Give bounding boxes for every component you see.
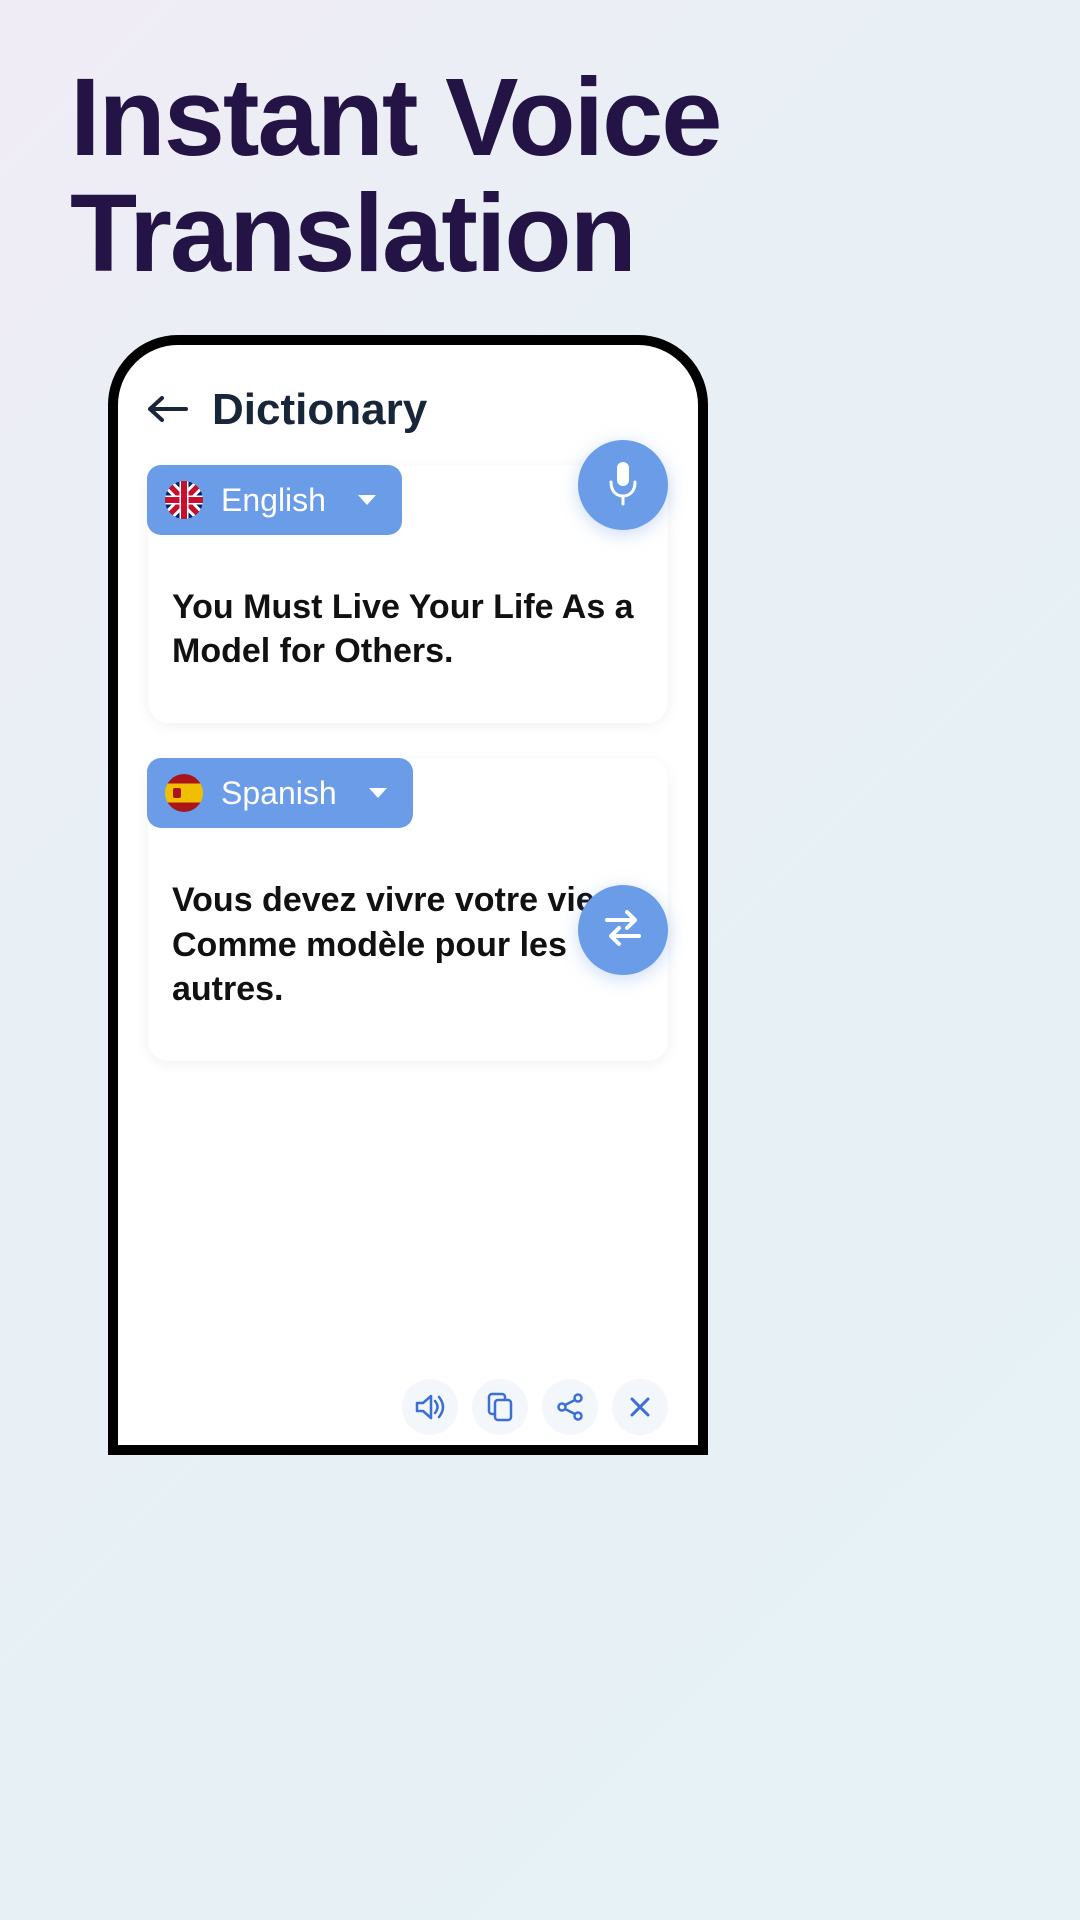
target-language-label: Spanish [221, 775, 337, 812]
speak-button[interactable] [402, 1379, 458, 1435]
uk-flag-icon [165, 481, 203, 519]
copy-icon [487, 1392, 513, 1422]
source-language-selector[interactable]: English [147, 465, 402, 535]
back-arrow-icon[interactable] [148, 385, 188, 435]
page-title: Instant Voice Translation [0, 0, 1080, 291]
app-header: Dictionary [148, 385, 668, 435]
share-button[interactable] [542, 1379, 598, 1435]
source-text[interactable]: You Must Live Your Life As a Model for O… [148, 535, 668, 693]
source-language-label: English [221, 482, 326, 519]
swap-icon [599, 906, 647, 955]
microphone-icon [605, 460, 641, 511]
close-button[interactable] [612, 1379, 668, 1435]
chevron-down-icon [358, 495, 376, 505]
phone-frame: Dictionary English You Must Live Your Li… [108, 335, 708, 1455]
swap-languages-button[interactable] [578, 885, 668, 975]
phone-content: Dictionary English You Must Live Your Li… [118, 345, 698, 1445]
chevron-down-icon [369, 788, 387, 798]
header-title: Dictionary [212, 385, 427, 435]
action-row [402, 1379, 668, 1435]
close-icon [628, 1395, 652, 1419]
share-icon [556, 1393, 584, 1421]
title-line-1: Instant Voice [70, 60, 1080, 176]
target-language-selector[interactable]: Spanish [147, 758, 413, 828]
title-line-2: Translation [70, 176, 1080, 292]
spain-flag-icon [165, 774, 203, 812]
copy-button[interactable] [472, 1379, 528, 1435]
speaker-icon [415, 1393, 445, 1421]
mic-button[interactable] [578, 440, 668, 530]
